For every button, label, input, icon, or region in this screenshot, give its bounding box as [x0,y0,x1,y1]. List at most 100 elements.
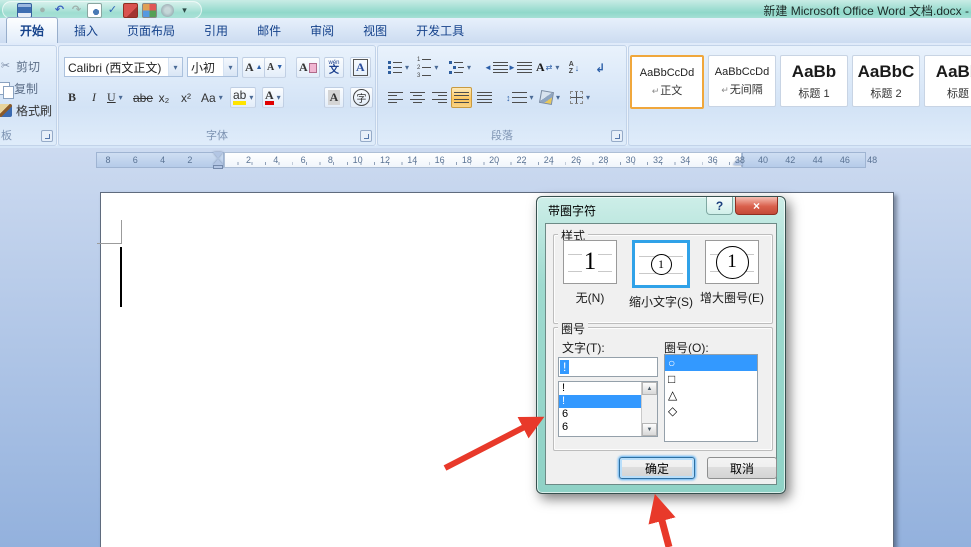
ribbon-tab-2[interactable]: 插入 [61,18,111,43]
circle-list-item[interactable]: △ [665,387,757,403]
ribbon-tab-7[interactable]: 视图 [350,18,400,43]
ribbon-tab-3[interactable]: 页面布局 [114,18,188,43]
text-cursor [120,247,122,307]
print-preview-icon[interactable] [87,2,102,18]
style-option-1[interactable]: 1 无(N) [556,240,624,310]
text-list-item[interactable]: 6 [559,421,641,434]
superscript-button[interactable]: x² [176,87,196,108]
shading-button[interactable] [537,87,563,108]
increase-indent-button[interactable]: ► [505,57,535,78]
font-size-combo[interactable]: 小初 [187,57,238,77]
scroll-down-icon[interactable]: ▼ [642,423,657,436]
style-card-2[interactable]: AaBbCcDd ↵无间隔 [708,55,776,107]
redo-icon[interactable]: ↷ [70,4,83,17]
numbering-button[interactable]: 123 [414,57,441,79]
scroll-up-icon[interactable]: ▲ [642,382,657,395]
text-list-item[interactable]: ! [559,395,641,408]
font-color-button[interactable]: A [262,87,284,108]
text-input[interactable]: ! [558,357,658,377]
text-list-item[interactable]: 6 [559,408,641,421]
chevron-down-icon[interactable] [168,58,182,76]
undo-icon[interactable]: ↶ [53,4,66,17]
wordart-icon[interactable] [142,2,157,18]
style-option-3[interactable]: 1 增大圈号(E) [698,240,766,310]
text-label: 文字(T): [562,341,605,355]
pilcrow-icon: ↵ [721,84,729,95]
save-icon[interactable] [17,2,32,18]
horizontal-ruler[interactable]: 8 6 4 2 2 4 6 8 10 12 14 16 18 20 22 24 26 28 30 32 34 36 38 40… [0,152,971,170]
clear-formatting-button[interactable]: A [296,57,320,78]
grow-font-button[interactable]: A ▲ [242,57,266,78]
close-icon[interactable]: × [735,197,778,215]
style-option-2[interactable]: 1 缩小文字(S) [627,240,695,310]
chevron-down-icon[interactable] [223,58,237,76]
underline-button[interactable]: U [104,87,126,108]
bold-button[interactable]: B [62,87,82,108]
change-case-button[interactable]: Aa [198,87,226,108]
font-dialog-launcher[interactable] [360,130,372,142]
distribute-button[interactable] [474,87,495,108]
circle-icon[interactable]: ● [36,4,49,17]
sort-button[interactable]: AZ ↓ [564,57,584,78]
first-line-indent-marker[interactable] [213,152,223,158]
show-marks-button[interactable]: ↲ [590,57,610,78]
format-painter-button[interactable]: 格式刷 [0,102,52,119]
ribbon-tab-1[interactable]: 开始 [6,17,59,43]
bullets-button[interactable] [385,57,412,78]
style-card-4[interactable]: AaBbC 标题 2 [852,55,920,107]
ribbon-tab-8[interactable]: 开发工具 [403,18,477,43]
spelling-icon[interactable]: ✓ [106,4,119,17]
shrink-font-button[interactable]: A ▼ [264,57,287,78]
subscript-button[interactable]: x₂ [154,87,174,108]
circle-list-item[interactable]: ◇ [665,403,757,419]
style-card-5[interactable]: AaBb 标题 [924,55,971,107]
align-right-button[interactable] [429,87,450,108]
ribbon: ✂ 剪切 复制 格式刷 板 字体 Calibri (西文正文) 小初 A▲ A▼… [0,43,971,149]
help-button[interactable]: ? [706,197,733,215]
ribbon-tab-row: 开始 插入 页面布局 引用 邮件 审阅 视图 开发工具 [0,17,971,43]
character-border-button[interactable]: A [350,57,371,78]
strikethrough-button[interactable]: abe [130,87,156,108]
eraser-icon [308,62,317,73]
circle-list-item[interactable]: □ [665,371,757,387]
character-shading-button[interactable]: A [324,87,344,108]
clipboard-dialog-launcher[interactable] [41,130,53,142]
text-list-scrollbar[interactable]: ▲ ▼ [641,382,657,436]
style-card-3[interactable]: AaBb 标题 1 [780,55,848,107]
font-group-label: 字体 [206,130,228,142]
enclose-characters-button[interactable]: 字 [350,87,373,108]
circle-list-item[interactable]: ○ [665,355,757,371]
italic-button[interactable]: I [84,87,104,108]
ribbon-tab-5[interactable]: 邮件 [244,18,294,43]
borders-button[interactable] [567,87,593,108]
ok-button[interactable]: 确定 [619,457,695,479]
style-card-1[interactable]: AaBbCcDd ↵正文 [630,55,704,109]
justify-icon [454,92,469,103]
text-list[interactable]: !! 6 6 ▲ ▼ [558,381,658,437]
qat-more-icon[interactable]: ▾ [178,4,191,17]
font-name-combo[interactable]: Calibri (西文正文) [64,57,183,77]
circle-list[interactable]: ○ □ △ ◇ [664,354,758,442]
cut-button[interactable]: ✂ 剪切 [0,58,40,75]
copy-button[interactable]: 复制 [0,80,38,99]
left-indent-marker[interactable] [213,165,223,169]
align-left-button[interactable] [385,87,406,108]
ribbon-tab-6[interactable]: 审阅 [297,18,347,43]
justify-button[interactable] [451,87,472,108]
line-spacing-button[interactable]: ↕ [503,87,537,108]
ribbon-tab-4[interactable]: 引用 [191,18,241,43]
align-center-button[interactable] [407,87,428,108]
style-name: 标题 1 [798,87,830,100]
stamp-icon[interactable] [161,3,174,17]
phonetic-guide-button[interactable]: wén 文 [324,57,344,78]
enclosed-characters-dialog[interactable]: 带圈字符 ? × 样式 1 无(N) 1 缩小文字(S) 1 增大圈号(E) 圈号 文字(… [536,196,786,494]
multilevel-list-button[interactable] [446,57,474,78]
ruler-number: 38 [734,155,745,165]
cancel-button[interactable]: 取消 [707,457,777,479]
text-list-item[interactable]: ! [559,382,641,395]
book-icon[interactable] [123,2,138,18]
paragraph-dialog-launcher[interactable] [611,130,623,142]
asian-layout-button[interactable]: A ⇄ [533,57,562,78]
ruler-number: 4 [160,155,166,165]
text-highlight-button[interactable]: ab [230,87,257,108]
